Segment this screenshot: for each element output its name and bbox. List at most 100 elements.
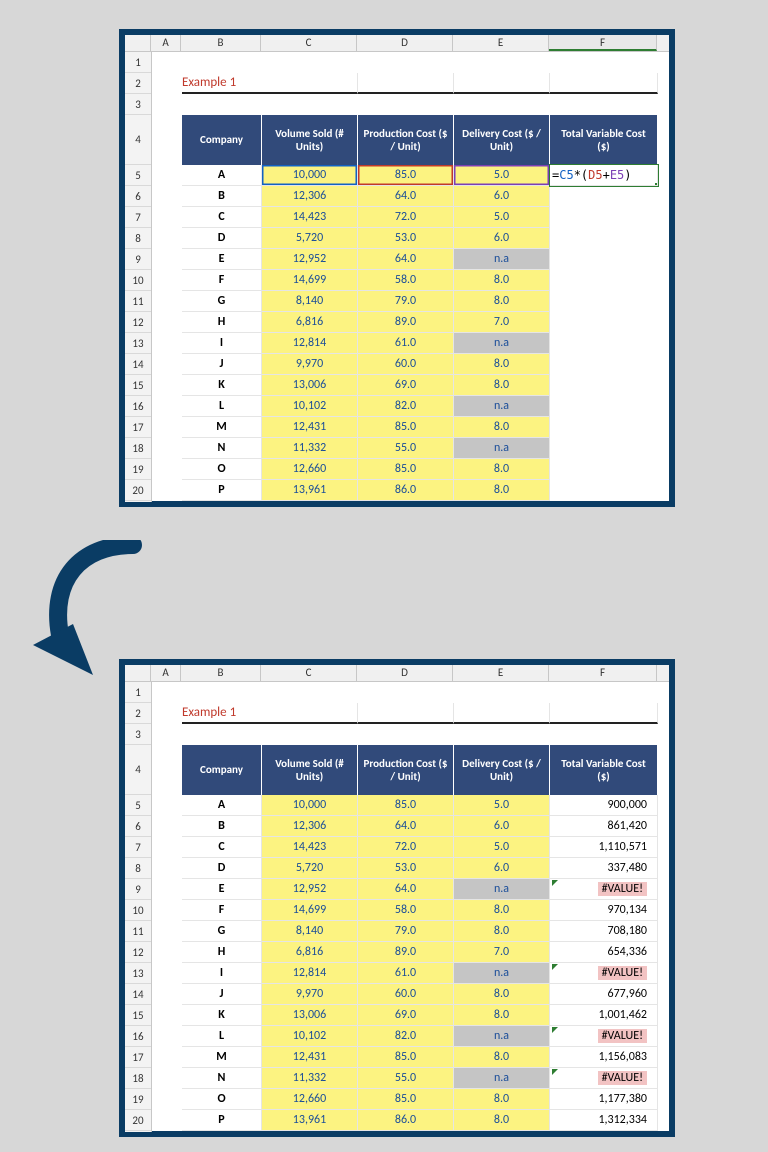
blank-cell[interactable] bbox=[358, 94, 454, 115]
cell-volume[interactable]: 12,431 bbox=[262, 417, 358, 438]
blank-cell[interactable] bbox=[182, 682, 262, 703]
cell-company[interactable]: H bbox=[182, 942, 262, 963]
blank-cell[interactable] bbox=[550, 52, 658, 73]
row-header-8[interactable]: 8 bbox=[125, 228, 151, 249]
cell-deliv[interactable]: 8.0 bbox=[454, 1089, 550, 1110]
blank-cell[interactable] bbox=[358, 73, 454, 94]
row-header-11[interactable]: 11 bbox=[125, 291, 151, 312]
cell-volume[interactable]: 14,423 bbox=[262, 837, 358, 858]
cell-volume[interactable]: 12,431 bbox=[262, 1047, 358, 1068]
blank-cell[interactable] bbox=[152, 291, 182, 312]
row-header-6[interactable]: 6 bbox=[125, 816, 151, 837]
blank-cell[interactable] bbox=[454, 703, 550, 724]
cell-prod[interactable]: 79.0 bbox=[358, 921, 454, 942]
cell-total-empty[interactable] bbox=[550, 333, 658, 354]
cell-prod[interactable]: 60.0 bbox=[358, 984, 454, 1005]
cell-company[interactable]: D bbox=[182, 228, 262, 249]
cell-total-empty[interactable] bbox=[550, 207, 658, 228]
cell-total-empty[interactable] bbox=[550, 186, 658, 207]
cell-company[interactable]: L bbox=[182, 1026, 262, 1047]
blank-cell[interactable] bbox=[262, 682, 358, 703]
blank-cell[interactable] bbox=[454, 73, 550, 94]
cell-prod[interactable]: 55.0 bbox=[358, 1068, 454, 1089]
cell-company[interactable]: M bbox=[182, 417, 262, 438]
cell-volume[interactable]: 12,952 bbox=[262, 879, 358, 900]
cell-deliv[interactable]: 8.0 bbox=[454, 921, 550, 942]
blank-cell[interactable] bbox=[152, 52, 182, 73]
row-header-19[interactable]: 19 bbox=[125, 459, 151, 480]
row-header-12[interactable]: 12 bbox=[125, 942, 151, 963]
cell-total-empty[interactable] bbox=[550, 375, 658, 396]
cell-company[interactable]: C bbox=[182, 837, 262, 858]
blank-cell[interactable] bbox=[262, 724, 358, 745]
blank-cell[interactable] bbox=[152, 724, 182, 745]
blank-cell[interactable] bbox=[152, 942, 182, 963]
cell-prod[interactable]: 53.0 bbox=[358, 858, 454, 879]
cell-prod[interactable]: 72.0 bbox=[358, 207, 454, 228]
cell-volume[interactable]: 10,102 bbox=[262, 396, 358, 417]
cell-prod[interactable]: 82.0 bbox=[358, 396, 454, 417]
cell-total[interactable]: 337,480 bbox=[550, 858, 658, 879]
row-header-2[interactable]: 2 bbox=[125, 73, 151, 94]
cell-company[interactable]: K bbox=[182, 375, 262, 396]
select-all-corner[interactable] bbox=[125, 665, 151, 681]
cell-deliv[interactable]: n.a bbox=[454, 963, 550, 984]
cell-volume[interactable]: 12,306 bbox=[262, 816, 358, 837]
cell-company[interactable]: O bbox=[182, 459, 262, 480]
blank-cell[interactable] bbox=[152, 417, 182, 438]
blank-cell[interactable] bbox=[182, 94, 262, 115]
row-header-1[interactable]: 1 bbox=[125, 682, 151, 703]
row-header-9[interactable]: 9 bbox=[125, 249, 151, 270]
blank-cell[interactable] bbox=[152, 73, 182, 94]
row-header-7[interactable]: 7 bbox=[125, 837, 151, 858]
cell-prod[interactable]: 89.0 bbox=[358, 312, 454, 333]
cell-total-empty[interactable] bbox=[550, 228, 658, 249]
cell-prod[interactable]: 85.0 bbox=[358, 459, 454, 480]
cell-company[interactable]: M bbox=[182, 1047, 262, 1068]
col-F[interactable]: F bbox=[549, 665, 657, 681]
cell-prod[interactable]: 55.0 bbox=[358, 438, 454, 459]
row-header-20[interactable]: 20 bbox=[125, 1110, 151, 1131]
cell-deliv[interactable]: n.a bbox=[454, 396, 550, 417]
cell-deliv[interactable]: 6.0 bbox=[454, 228, 550, 249]
cell-company[interactable]: G bbox=[182, 291, 262, 312]
row-header-12[interactable]: 12 bbox=[125, 312, 151, 333]
cell-volume[interactable]: 9,970 bbox=[262, 984, 358, 1005]
col-A[interactable]: A bbox=[151, 35, 181, 51]
cell-company[interactable]: F bbox=[182, 900, 262, 921]
col-D[interactable]: D bbox=[357, 665, 453, 681]
blank-cell[interactable] bbox=[152, 745, 182, 795]
row-header-16[interactable]: 16 bbox=[125, 396, 151, 417]
col-B[interactable]: B bbox=[181, 665, 261, 681]
row-header-3[interactable]: 3 bbox=[125, 94, 151, 115]
blank-cell[interactable] bbox=[152, 1047, 182, 1068]
cell-volume[interactable]: 13,006 bbox=[262, 375, 358, 396]
blank-cell[interactable] bbox=[550, 94, 658, 115]
cell-volume[interactable]: 11,332 bbox=[262, 438, 358, 459]
blank-cell[interactable] bbox=[182, 52, 262, 73]
blank-cell[interactable] bbox=[152, 879, 182, 900]
cell-volume[interactable]: 12,814 bbox=[262, 333, 358, 354]
cell-prod[interactable]: 64.0 bbox=[358, 816, 454, 837]
blank-cell[interactable] bbox=[454, 52, 550, 73]
cell-company[interactable]: A bbox=[182, 795, 262, 816]
row-header-10[interactable]: 10 bbox=[125, 900, 151, 921]
row-header-14[interactable]: 14 bbox=[125, 984, 151, 1005]
cell-total-empty[interactable] bbox=[550, 291, 658, 312]
cell-volume[interactable]: 14,423 bbox=[262, 207, 358, 228]
cell-total[interactable]: 900,000 bbox=[550, 795, 658, 816]
blank-cell[interactable] bbox=[152, 333, 182, 354]
cell-total[interactable]: 1,001,462 bbox=[550, 1005, 658, 1026]
cell-company[interactable]: N bbox=[182, 438, 262, 459]
cell-volume[interactable]: 13,961 bbox=[262, 480, 358, 501]
cell-prod[interactable]: 53.0 bbox=[358, 228, 454, 249]
cell-volume[interactable]: 10,102 bbox=[262, 1026, 358, 1047]
row-header-6[interactable]: 6 bbox=[125, 186, 151, 207]
blank-cell[interactable] bbox=[152, 984, 182, 1005]
blank-cell[interactable] bbox=[152, 1026, 182, 1047]
blank-cell[interactable] bbox=[152, 270, 182, 291]
cell-total[interactable]: 708,180 bbox=[550, 921, 658, 942]
row-header-17[interactable]: 17 bbox=[125, 417, 151, 438]
cell-volume[interactable]: 8,140 bbox=[262, 291, 358, 312]
col-F[interactable]: F bbox=[549, 35, 657, 51]
